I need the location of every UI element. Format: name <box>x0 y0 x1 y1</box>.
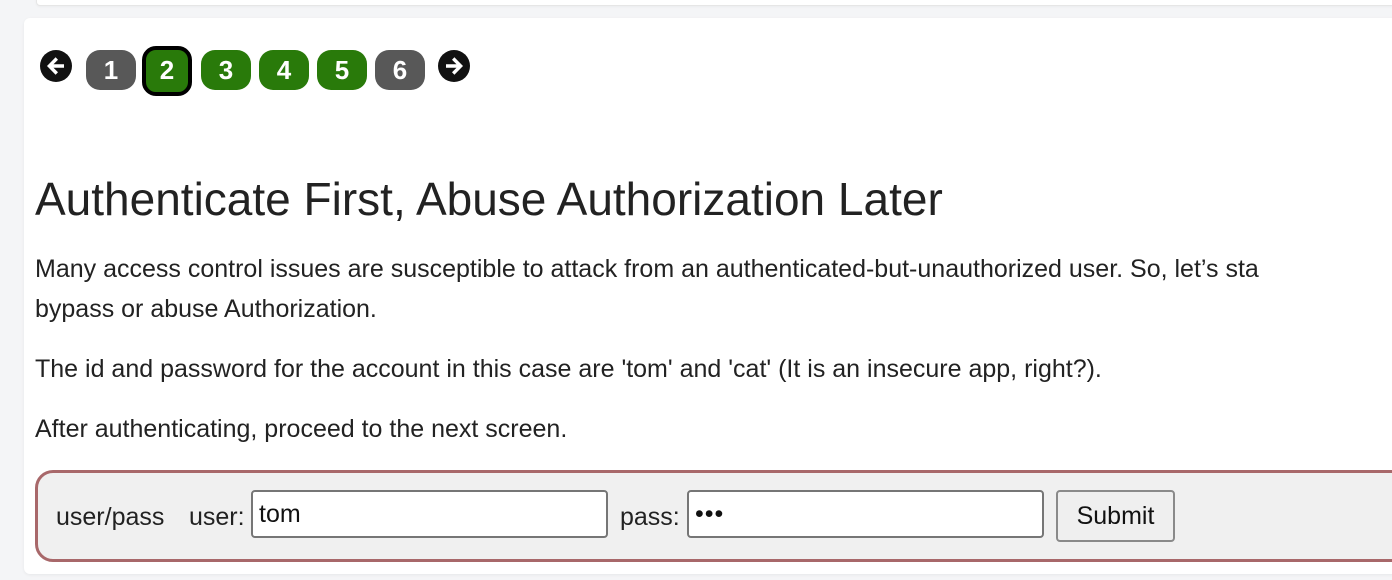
login-form: user/pass user: pass: Submit <box>35 470 1392 562</box>
page-button-6[interactable]: 6 <box>375 50 425 90</box>
page: 1 2 3 4 5 6 Authenticate First, Abuse Au… <box>0 0 1392 580</box>
arrow-left-icon <box>47 57 64 75</box>
user-label: user: <box>189 503 245 531</box>
intro-line-1: Many access control issues are susceptib… <box>35 255 1259 283</box>
page-button-3[interactable]: 3 <box>201 50 251 90</box>
page-button-4[interactable]: 4 <box>259 50 309 90</box>
lesson-paragraph-credentials: The id and password for the account in t… <box>35 355 1102 383</box>
page-button-5[interactable]: 5 <box>317 50 367 90</box>
previous-card-edge <box>36 0 1392 6</box>
intro-line-2: bypass or abuse Authorization. <box>35 295 377 323</box>
submit-button[interactable]: Submit <box>1056 490 1175 542</box>
password-input[interactable] <box>687 490 1044 538</box>
lesson-paragraph-intro: Many access control issues are susceptib… <box>35 249 1259 329</box>
pass-label: pass: <box>620 503 680 531</box>
user-input[interactable] <box>251 490 608 538</box>
page-button-2-current[interactable]: 2 <box>142 46 192 96</box>
prev-page-button[interactable] <box>40 50 72 82</box>
next-page-button[interactable] <box>438 50 470 82</box>
form-legend: user/pass <box>56 503 165 531</box>
arrow-right-icon <box>446 57 463 75</box>
page-button-1[interactable]: 1 <box>86 50 136 90</box>
lesson-paragraph-instructions: After authenticating, proceed to the nex… <box>35 415 568 443</box>
lesson-title: Authenticate First, Abuse Authorization … <box>35 173 943 225</box>
